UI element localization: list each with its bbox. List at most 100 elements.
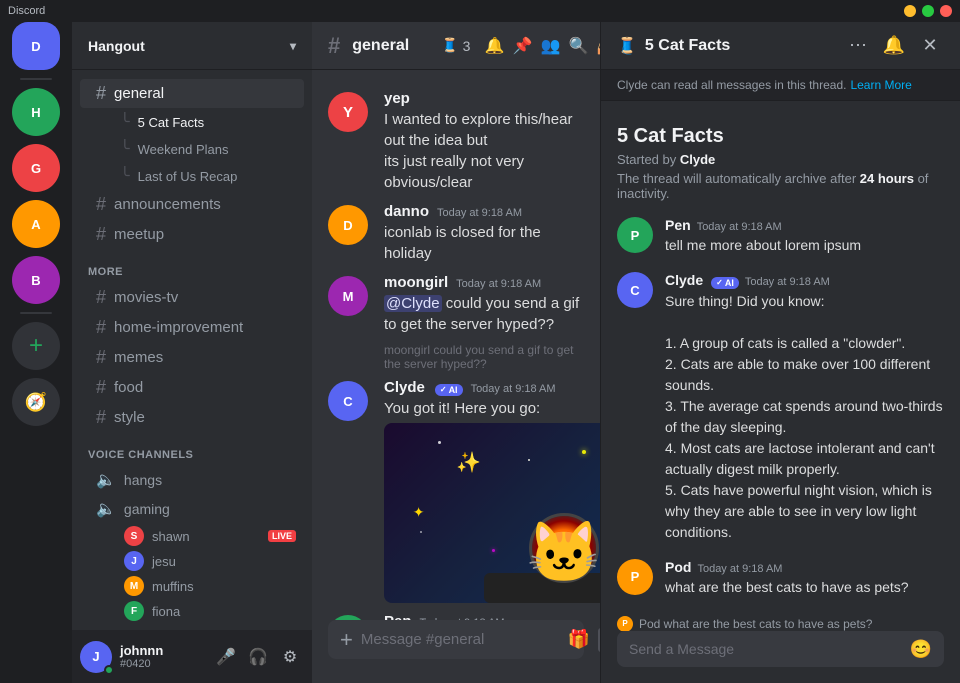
thread-close-button[interactable]: ✕	[916, 32, 944, 60]
message-author: Pen	[384, 613, 412, 620]
channel-label-home-improvement: home-improvement	[114, 319, 243, 336]
voice-member-label-fiona: fiona	[152, 604, 180, 619]
message-text: @Clyde could you send a gif to get the s…	[384, 293, 584, 335]
message-time: Today at 9:18 AM	[471, 383, 556, 395]
message-time: Today at 9:18 AM	[420, 617, 505, 620]
settings-button[interactable]: ⚙	[276, 643, 304, 671]
emoji-icon[interactable]: 😊	[910, 639, 932, 660]
channel-hash-icon: #	[328, 33, 340, 59]
voice-member-jesu[interactable]: J jesu	[80, 549, 304, 573]
add-attachment-button[interactable]: +	[340, 624, 353, 656]
gift-icon[interactable]: 🎁	[568, 628, 590, 652]
voice-channel-gaming[interactable]: 🔈 gaming	[80, 495, 304, 523]
learn-more-link[interactable]: Learn More	[850, 78, 911, 92]
voice-member-label-muffins: muffins	[152, 579, 194, 594]
user-discriminator: #0420	[120, 658, 204, 670]
thread-message-content: Pen Today at 9:18 AM tell me more about …	[665, 217, 944, 256]
message-content: Pen Today at 9:18 AM @Clyde hey Clyde! h…	[384, 613, 584, 620]
mute-button[interactable]: 🎤	[212, 643, 240, 671]
thread-count-number: 3	[463, 38, 471, 54]
avatar: P	[617, 559, 653, 595]
thread-notification-button[interactable]: 🔔	[880, 32, 908, 60]
close-button[interactable]	[940, 5, 952, 17]
avatar: Y	[328, 92, 368, 132]
thread-info-text: Clyde can read all messages in this thre…	[617, 78, 846, 92]
hash-icon: #	[96, 224, 106, 245]
voice-channel-hangs[interactable]: 🔈 hangs	[80, 466, 304, 494]
avatar: M	[328, 276, 368, 316]
speaker-icon: 🔈	[96, 470, 116, 490]
channel-item-meetup[interactable]: # meetup	[80, 220, 304, 249]
hash-icon: #	[96, 194, 106, 215]
thread-label-weekend-plans: Weekend Plans	[138, 142, 229, 157]
thread-connector-icon-3: ╰	[120, 166, 130, 186]
chat-channel-name: general	[352, 37, 409, 55]
chat-message-input[interactable]	[361, 620, 560, 659]
thread-more-button[interactable]: ⋯	[844, 32, 872, 60]
channel-item-announcements[interactable]: # announcements	[80, 190, 304, 219]
thread-message-author: Pod	[665, 559, 691, 575]
thread-label-last-of-us: Last of Us Recap	[138, 169, 238, 184]
channel-item-food[interactable]: # food	[80, 373, 304, 402]
voice-member-muffins[interactable]: M muffins	[80, 574, 304, 598]
message-text: I wanted to explore this/hear out the id…	[384, 109, 584, 193]
thread-input-box: 😊	[617, 631, 944, 667]
thread-count-display: 🧵 3	[441, 37, 470, 54]
channel-item-memes[interactable]: # memes	[80, 343, 304, 372]
voice-member-fiona[interactable]: F fiona	[80, 599, 304, 623]
server-icon-4[interactable]: B	[12, 256, 60, 304]
list-item: P Pen Today at 9:18 AM tell me more abou…	[617, 217, 944, 256]
notification-bell-icon[interactable]: 🔔	[482, 34, 506, 58]
chat-input-area: + 🎁 GIF 😊	[312, 620, 600, 683]
thread-started-by: Started by Clyde	[617, 152, 944, 167]
server-icon-1[interactable]: H	[12, 88, 60, 136]
table-row: P Pen Today at 9:18 AM @Clyde hey Clyde!…	[312, 609, 600, 620]
server-divider	[20, 78, 52, 80]
message-content: Clyde ✓ AI Today at 9:18 AM You got it! …	[384, 379, 584, 603]
minimize-button[interactable]	[904, 5, 916, 17]
channel-item-movies-tv[interactable]: # movies-tv	[80, 283, 304, 312]
server-icon-discord[interactable]: D	[12, 22, 60, 70]
channel-label-announcements: announcements	[114, 196, 221, 213]
thread-panel-title: 5 Cat Facts	[645, 37, 836, 55]
server-icon-2[interactable]: G	[12, 144, 60, 192]
pin-icon[interactable]: 📌	[510, 34, 534, 58]
username: johnnn	[120, 643, 204, 658]
avatar: C	[328, 381, 368, 421]
channel-label-general: general	[114, 85, 164, 102]
message-author: moongirl	[384, 274, 448, 291]
channel-label-food: food	[114, 379, 143, 396]
message-content: moongirl Today at 9:18 AM @Clyde could y…	[384, 274, 584, 335]
server-icon-3[interactable]: A	[12, 200, 60, 248]
user-status-indicator	[104, 665, 114, 675]
table-row: Y yep I wanted to explore this/hear out …	[312, 86, 600, 197]
channel-item-home-improvement[interactable]: # home-improvement	[80, 313, 304, 342]
hash-icon: #	[96, 287, 106, 308]
thread-message-input[interactable]	[629, 631, 902, 667]
explore-servers-button[interactable]: 🧭	[12, 378, 60, 426]
voice-member-shawn[interactable]: S shawn LIVE	[80, 524, 304, 548]
server-header[interactable]: Hangout ▾	[72, 22, 312, 70]
thread-message-author: Clyde	[665, 272, 703, 288]
thread-item-weekend-plans[interactable]: ╰ Weekend Plans	[80, 136, 304, 162]
channel-list: # general ╰ 5 Cat Facts ╰ Weekend Plans …	[72, 70, 312, 630]
avatar[interactable]: J	[80, 641, 112, 673]
avatar: P	[617, 217, 653, 253]
thread-message-time: Today at 9:18 AM	[745, 276, 830, 288]
table-row: M moongirl Today at 9:18 AM @Clyde could…	[312, 270, 600, 339]
channel-item-style[interactable]: # style	[80, 403, 304, 432]
thread-item-last-of-us[interactable]: ╰ Last of Us Recap	[80, 163, 304, 189]
live-badge: LIVE	[268, 530, 296, 542]
maximize-button[interactable]	[922, 5, 934, 17]
app-title: Discord	[8, 5, 45, 17]
thread-item-cat-facts[interactable]: ╰ 5 Cat Facts	[80, 109, 304, 135]
deafen-button[interactable]: 🎧	[244, 643, 272, 671]
channel-item-general[interactable]: # general	[80, 79, 304, 108]
more-section-label: MORE	[72, 250, 312, 282]
search-icon[interactable]: 🔍	[566, 34, 590, 58]
thread-message-author: Pen	[665, 217, 691, 233]
thread-message-text: tell me more about lorem ipsum	[665, 235, 944, 256]
members-icon[interactable]: 👥	[538, 34, 562, 58]
add-server-button[interactable]: +	[12, 322, 60, 370]
hash-icon: #	[96, 83, 106, 104]
